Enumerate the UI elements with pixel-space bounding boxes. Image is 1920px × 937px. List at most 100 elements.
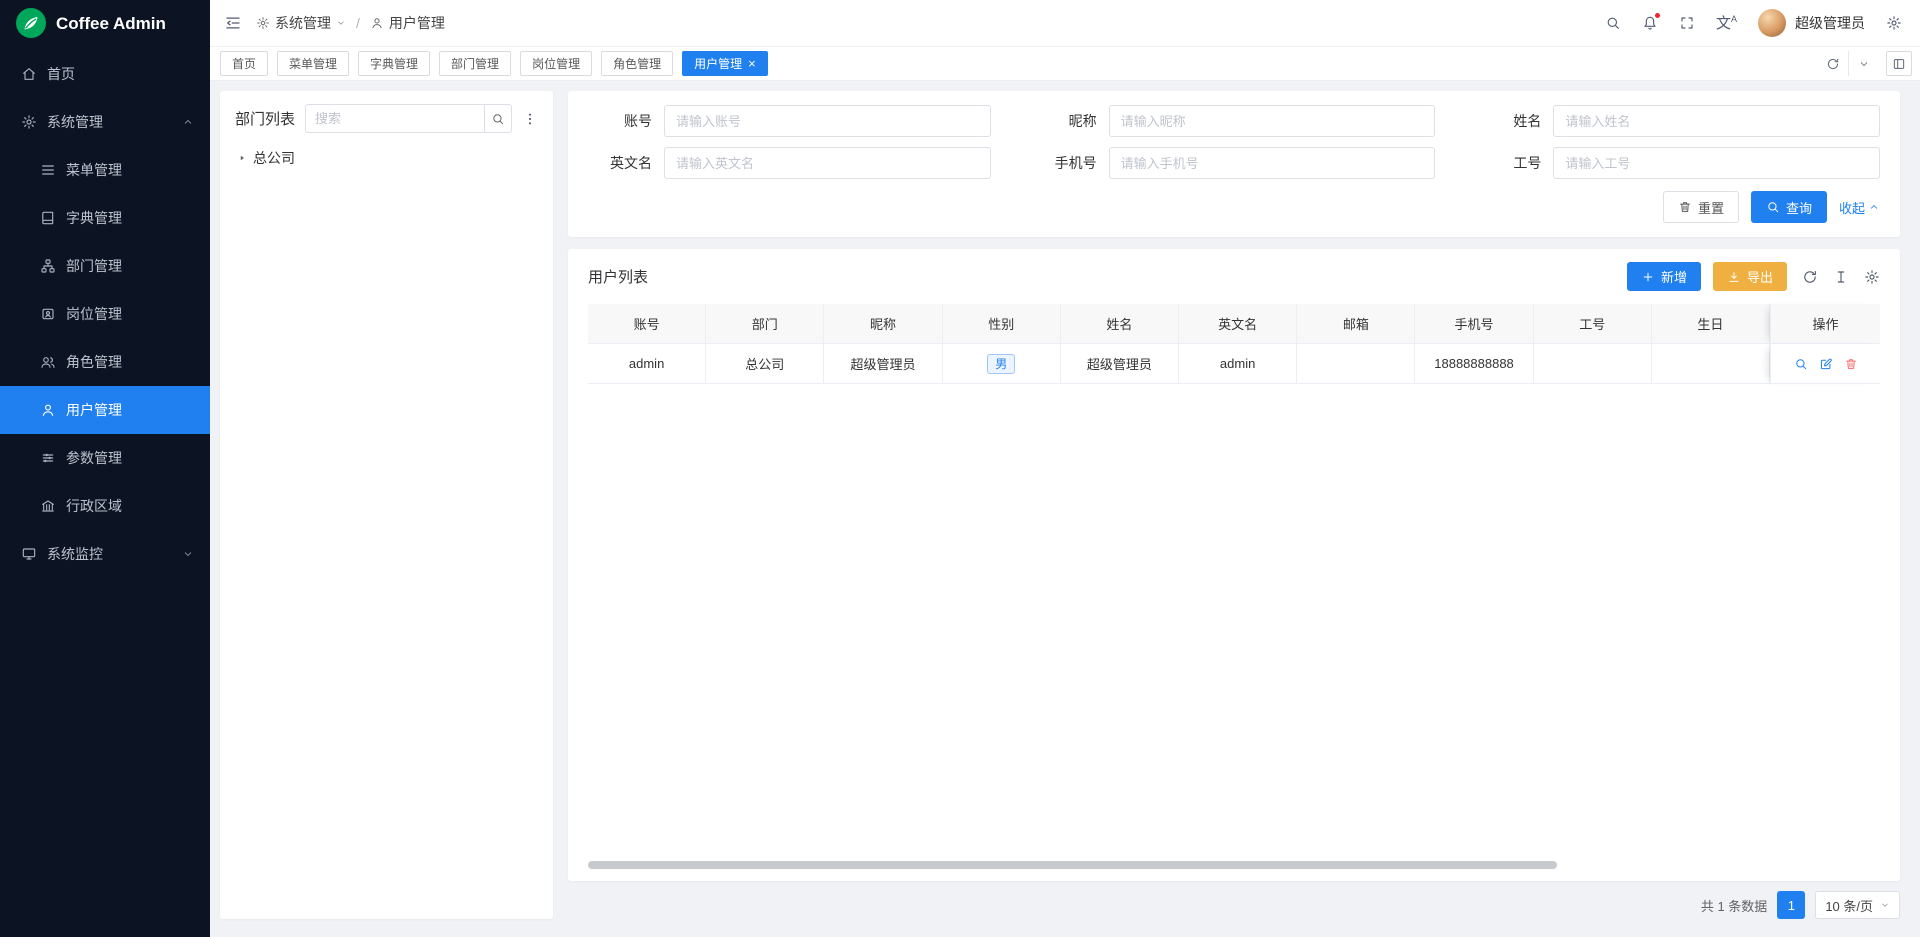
chevron-down-icon (336, 18, 346, 28)
department-search-input[interactable] (305, 104, 484, 133)
table-empty-area (588, 384, 1880, 859)
tree-node-head-office[interactable]: 总公司 (235, 145, 538, 171)
name-input[interactable] (1553, 105, 1880, 137)
gear-icon (21, 114, 37, 130)
pagination-page-1[interactable]: 1 (1777, 891, 1805, 919)
tab-department-management[interactable]: 部门管理 (439, 51, 511, 76)
topbar-actions: 文A 超级管理员 (1605, 9, 1902, 37)
sidebar-group-label: 系统监控 (47, 544, 103, 564)
cell-department: 总公司 (706, 344, 824, 384)
query-button[interactable]: 查询 (1751, 191, 1827, 223)
tab-label: 字典管理 (370, 55, 418, 72)
user-avatar[interactable] (1758, 9, 1786, 37)
pagination: 共 1 条数据 1 10 条/页 (568, 891, 1900, 919)
query-button-label: 查询 (1786, 198, 1812, 217)
column-header: 工号 (1534, 304, 1652, 344)
page-size-value: 10 条/页 (1825, 896, 1873, 915)
export-button[interactable]: 导出 (1713, 262, 1787, 291)
sidebar-item-home[interactable]: 首页 (0, 50, 210, 98)
collapse-sidebar-icon[interactable] (224, 14, 242, 32)
tab-label: 岗位管理 (532, 55, 580, 72)
fullscreen-icon[interactable] (1679, 15, 1695, 31)
work-no-input[interactable] (1553, 147, 1880, 179)
sidebar-item-label: 字典管理 (66, 208, 122, 228)
table-toolbar: 新增 导出 (1627, 262, 1880, 291)
page-size-select[interactable]: 10 条/页 (1815, 891, 1900, 919)
column-header: 性别 (943, 304, 1061, 344)
sidebar-item-label: 岗位管理 (66, 304, 122, 324)
column-header: 姓名 (1061, 304, 1179, 344)
table-settings-icon[interactable] (1864, 269, 1880, 285)
current-user-name[interactable]: 超级管理员 (1795, 13, 1865, 33)
gender-tag: 男 (987, 354, 1015, 374)
home-icon (21, 66, 37, 82)
account-input[interactable] (664, 105, 991, 137)
sidebar-item-label: 行政区域 (66, 496, 122, 516)
delete-icon[interactable] (1844, 357, 1858, 371)
tab-post-management[interactable]: 岗位管理 (520, 51, 592, 76)
refresh-icon[interactable] (1818, 51, 1848, 76)
sidebar-item-role-management[interactable]: 角色管理 (0, 338, 210, 386)
cell-gender: 男 (943, 344, 1061, 384)
chevron-up-icon (1868, 201, 1880, 213)
sidebar-group-system-management[interactable]: 系统管理 (0, 98, 210, 146)
tab-label: 菜单管理 (289, 55, 337, 72)
search-icon (1766, 200, 1780, 214)
coffee-logo-icon (16, 8, 46, 41)
tab-home[interactable]: 首页 (220, 51, 268, 76)
app-logo: Coffee Admin (0, 0, 210, 48)
layout-icon[interactable] (1886, 51, 1912, 76)
phone-input[interactable] (1109, 147, 1436, 179)
tab-menu-management[interactable]: 菜单管理 (277, 51, 349, 76)
nickname-input[interactable] (1109, 105, 1436, 137)
form-item-account: 账号 (588, 105, 991, 137)
scrollbar-thumb[interactable] (588, 861, 1557, 869)
sidebar-item-label: 参数管理 (66, 448, 122, 468)
chevron-down-icon (1880, 900, 1890, 910)
dictionary-icon (40, 210, 56, 226)
close-icon[interactable]: × (748, 57, 756, 70)
column-height-icon[interactable] (1833, 269, 1849, 285)
settings-icon[interactable] (1886, 15, 1902, 31)
reset-button[interactable]: 重置 (1663, 191, 1739, 223)
chevron-down-icon[interactable] (1848, 51, 1878, 76)
cell-birthday (1652, 344, 1770, 384)
tab-user-management[interactable]: 用户管理 × (682, 51, 768, 76)
sidebar-item-department-management[interactable]: 部门管理 (0, 242, 210, 290)
field-label: 手机号 (1033, 153, 1097, 173)
sliders-icon (40, 450, 56, 466)
column-header: 邮箱 (1297, 304, 1415, 344)
english-name-input[interactable] (664, 147, 991, 179)
breadcrumb-section[interactable]: 系统管理 (256, 13, 346, 33)
sidebar-item-admin-region[interactable]: 行政区域 (0, 482, 210, 530)
tab-role-management[interactable]: 角色管理 (601, 51, 673, 76)
chevron-down-icon (182, 548, 194, 560)
sidebar-item-menu-management[interactable]: 菜单管理 (0, 146, 210, 194)
edit-icon[interactable] (1819, 357, 1833, 371)
sidebar-group-system-monitor[interactable]: 系统监控 (0, 530, 210, 578)
collapse-form-link[interactable]: 收起 (1839, 198, 1880, 217)
sidebar-item-dictionary-management[interactable]: 字典管理 (0, 194, 210, 242)
refresh-icon[interactable] (1802, 269, 1818, 285)
view-icon[interactable] (1794, 357, 1808, 371)
sidebar-item-parameter-management[interactable]: 参数管理 (0, 434, 210, 482)
cell-email (1297, 344, 1415, 384)
notification-bell-icon[interactable] (1642, 15, 1658, 31)
add-user-button[interactable]: 新增 (1627, 262, 1701, 291)
caret-right-icon (237, 153, 247, 163)
main-area: 系统管理 / 用户管理 文A 超级管理员 首页 (210, 0, 1920, 937)
sidebar-item-user-management[interactable]: 用户管理 (0, 386, 210, 434)
tab-tools (1818, 51, 1912, 76)
search-icon[interactable] (1605, 15, 1621, 31)
search-form-actions: 重置 查询 收起 (588, 191, 1880, 223)
form-item-name: 姓名 (1477, 105, 1880, 137)
department-search-button[interactable] (484, 104, 512, 133)
notification-badge-dot (1654, 12, 1661, 19)
column-header-actions: 操作 (1770, 304, 1880, 344)
user-list-card: 用户列表 新增 导出 (568, 249, 1900, 881)
sidebar-item-post-management[interactable]: 岗位管理 (0, 290, 210, 338)
more-options-icon[interactable] (522, 111, 538, 127)
breadcrumb-page[interactable]: 用户管理 (370, 13, 445, 33)
tab-dictionary-management[interactable]: 字典管理 (358, 51, 430, 76)
translate-icon[interactable]: 文A (1716, 15, 1737, 31)
